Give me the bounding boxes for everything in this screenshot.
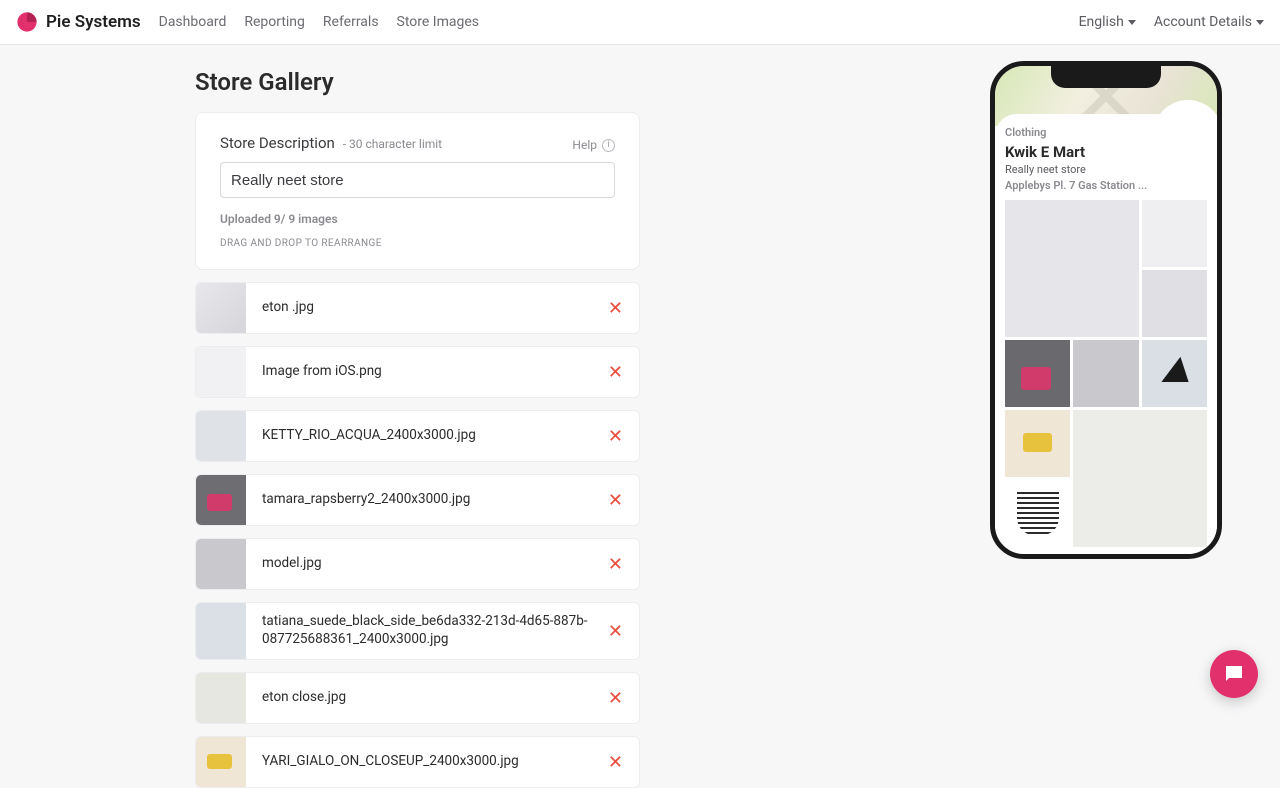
file-name: model.jpg <box>246 555 608 573</box>
top-nav: Pie Systems Dashboard Reporting Referral… <box>0 0 1280 45</box>
account-label: Account Details <box>1154 14 1252 30</box>
file-name: Image from iOS.png <box>246 363 608 381</box>
file-row[interactable]: tatiana_suede_black_side_be6da332-213d-4… <box>195 602 640 660</box>
file-name: YARI_GIALO_ON_CLOSEUP_2400x3000.jpg <box>246 753 608 771</box>
store-sheet: Clothing Kwik E Mart Really neet store A… <box>995 114 1217 554</box>
file-thumb-icon <box>196 411 246 461</box>
file-row[interactable]: KETTY_RIO_ACQUA_2400x3000.jpg ✕ <box>195 410 640 462</box>
preview-store-name: Kwik E Mart <box>1005 143 1207 161</box>
chat-icon <box>1222 662 1246 686</box>
file-thumb-icon <box>196 603 246 659</box>
delete-file-button[interactable]: ✕ <box>608 621 623 642</box>
file-name: eton close.jpg <box>246 689 608 707</box>
nav-right: English Account Details <box>1079 14 1264 30</box>
file-thumb-icon <box>196 283 246 333</box>
drag-note: DRAG AND DROP TO REARRANGE <box>220 238 615 249</box>
nav-store-images[interactable]: Store Images <box>397 14 479 30</box>
preview-gallery <box>1005 200 1207 547</box>
gallery-tile <box>1005 410 1070 477</box>
nav-dashboard[interactable]: Dashboard <box>159 14 227 30</box>
gallery-tile <box>1073 340 1138 407</box>
file-thumb-icon <box>196 673 246 723</box>
file-row[interactable]: eton .jpg ✕ <box>195 282 640 334</box>
chevron-down-icon <box>1128 20 1136 25</box>
language-label: English <box>1079 14 1124 30</box>
gallery-tile <box>1005 480 1070 547</box>
file-name: tatiana_suede_black_side_be6da332-213d-4… <box>246 613 608 648</box>
file-thumb-icon <box>196 539 246 589</box>
file-name: eton .jpg <box>246 299 608 317</box>
gallery-tile <box>1142 270 1207 337</box>
file-list: eton .jpg ✕ Image from iOS.png ✕ KETTY_R… <box>195 282 640 788</box>
phone-notch-icon <box>1051 66 1161 88</box>
nav-reporting[interactable]: Reporting <box>244 14 305 30</box>
chat-button[interactable] <box>1210 650 1258 698</box>
gallery-tile <box>1073 410 1207 547</box>
delete-file-button[interactable]: ✕ <box>608 426 623 447</box>
nav-referrals[interactable]: Referrals <box>323 14 379 30</box>
uploaded-count: Uploaded 9/ 9 images <box>220 212 615 226</box>
nav-links: Dashboard Reporting Referrals Store Imag… <box>159 14 479 30</box>
file-row[interactable]: tamara_rapsberry2_2400x3000.jpg ✕ <box>195 474 640 526</box>
file-row[interactable]: YARI_GIALO_ON_CLOSEUP_2400x3000.jpg ✕ <box>195 736 640 788</box>
account-dropdown[interactable]: Account Details <box>1154 14 1264 30</box>
store-description-input[interactable] <box>220 162 615 198</box>
gallery-tile <box>1142 200 1207 267</box>
desc-label: Store Description <box>220 134 335 152</box>
info-icon: i <box>602 139 615 152</box>
delete-file-button[interactable]: ✕ <box>608 298 623 319</box>
desc-limit: - 30 character limit <box>343 137 442 151</box>
file-row[interactable]: model.jpg ✕ <box>195 538 640 590</box>
file-thumb-icon <box>196 475 246 525</box>
delete-file-button[interactable]: ✕ <box>608 554 623 575</box>
page-title: Store Gallery <box>195 68 640 96</box>
gallery-tile <box>1005 200 1139 337</box>
preview-category: Clothing <box>1005 126 1207 139</box>
gallery-tile <box>1005 340 1070 407</box>
gallery-tile <box>1142 340 1207 407</box>
description-card: Store Description - 30 character limit H… <box>195 112 640 270</box>
file-row[interactable]: Image from iOS.png ✕ <box>195 346 640 398</box>
delete-file-button[interactable]: ✕ <box>608 688 623 709</box>
delete-file-button[interactable]: ✕ <box>608 362 623 383</box>
brand-logo-icon <box>16 11 38 33</box>
preview-store-desc: Really neet store <box>1005 163 1207 176</box>
file-name: tamara_rapsberry2_2400x3000.jpg <box>246 491 608 509</box>
brand[interactable]: Pie Systems <box>16 11 141 33</box>
chevron-down-icon <box>1256 20 1264 25</box>
phone-preview: Clothing Kwik E Mart Really neet store A… <box>990 61 1222 559</box>
language-dropdown[interactable]: English <box>1079 14 1136 30</box>
preview-address: Applebys Pl. 7 Gas Station ... <box>1005 179 1207 192</box>
delete-file-button[interactable]: ✕ <box>608 490 623 511</box>
file-name: KETTY_RIO_ACQUA_2400x3000.jpg <box>246 427 608 445</box>
delete-file-button[interactable]: ✕ <box>608 752 623 773</box>
file-row[interactable]: eton close.jpg ✕ <box>195 672 640 724</box>
help-link[interactable]: Help i <box>572 138 615 152</box>
file-thumb-icon <box>196 737 246 787</box>
file-thumb-icon <box>196 347 246 397</box>
brand-name: Pie Systems <box>46 12 141 32</box>
help-label: Help <box>572 138 597 152</box>
